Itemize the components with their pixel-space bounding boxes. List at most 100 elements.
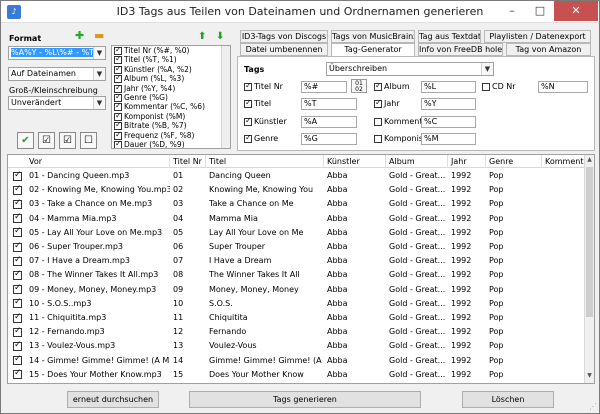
titel-checkbox[interactable]: [244, 98, 252, 108]
kommentar-checkbox[interactable]: [374, 117, 382, 126]
generate-tags-button[interactable]: Tags generieren: [189, 391, 421, 408]
table-row[interactable]: 10 - S.O.S..mp3 10 S.O.S. Abba Gold - Great.…: [8, 297, 586, 311]
check-selected-icon[interactable]: ☑: [38, 132, 55, 149]
placeholder-item[interactable]: Album (%L, %3): [112, 73, 230, 84]
row-checkbox[interactable]: [13, 297, 22, 309]
table-row[interactable]: 02 - Knowing Me, Knowing You.mp302 Knowin…: [8, 183, 586, 197]
placeholder-item[interactable]: Titel Nr (%#, %0): [112, 46, 230, 55]
cdnr-checkbox[interactable]: [482, 82, 490, 91]
column-header[interactable]: Genre: [486, 155, 542, 168]
row-checkbox[interactable]: [13, 226, 22, 238]
add-format-icon[interactable]: ✚: [75, 29, 84, 42]
row-checkbox[interactable]: [13, 283, 22, 295]
placeholder-item[interactable]: Titel (%T, %1): [112, 54, 230, 65]
genre-input[interactable]: %G: [301, 133, 357, 145]
placeholder-item[interactable]: Jahr (%Y, %4): [112, 83, 230, 93]
table-row[interactable]: 09 - Money, Money, Money.mp3 09 Money, Mon…: [8, 283, 586, 297]
titelnr-input[interactable]: %#: [301, 81, 347, 93]
row-checkbox[interactable]: [13, 312, 22, 323]
move-down-icon[interactable]: ⬇: [216, 31, 224, 42]
check-all-icon[interactable]: ✔: [17, 132, 34, 149]
row-checkbox[interactable]: [13, 212, 22, 224]
row-checkbox[interactable]: [13, 241, 22, 252]
maximize-button[interactable]: □: [526, 1, 554, 21]
row-checkbox[interactable]: [13, 354, 22, 366]
table-row[interactable]: 03 - Take a Chance on Me.mp3 03 Take a Cha…: [8, 197, 586, 211]
tab-tabs_row2-3[interactable]: Tag von Amazon: [506, 43, 591, 56]
kommentar-input[interactable]: %C: [421, 116, 476, 128]
row-checkbox[interactable]: [13, 340, 22, 351]
kuenstler-input[interactable]: %A: [301, 116, 357, 128]
row-checkbox[interactable]: [13, 326, 22, 337]
tags-mode-select[interactable]: Überschreiben ▼: [326, 62, 494, 76]
table-row[interactable]: 08 - The Winner Takes It All.mp3 08 The Wi…: [8, 268, 586, 282]
komponist-checkbox[interactable]: [374, 134, 382, 143]
column-header[interactable]: Album: [386, 155, 448, 168]
delete-button[interactable]: Löschen: [462, 391, 554, 408]
row-checkbox[interactable]: [13, 170, 22, 181]
minimize-button[interactable]: –: [498, 1, 526, 21]
placeholder-item[interactable]: Dauer (%D, %9): [112, 139, 230, 148]
table-row[interactable]: 12 - Fernando.mp3 12 Fernando Abba Gold - Gr…: [8, 325, 586, 339]
table-row[interactable]: 05 - Lay All Your Love on Me.mp3 05 Lay Al…: [8, 226, 586, 240]
move-up-icon[interactable]: ⬆: [198, 31, 206, 42]
resize-grip-icon[interactable]: ⋰: [589, 402, 597, 411]
album-input[interactable]: %L: [421, 81, 476, 93]
placeholder-item[interactable]: Künstler (%A, %2): [112, 64, 230, 74]
placeholder-item[interactable]: Frequenz (%F, %8): [112, 130, 230, 140]
row-checkbox[interactable]: [13, 255, 22, 266]
genre-checkbox[interactable]: [244, 133, 252, 143]
row-checkbox[interactable]: [13, 198, 22, 209]
table-row[interactable]: 11 - Chiquitita.mp3 11 Chiquitita Abba Gold …: [8, 311, 586, 325]
table-row[interactable]: 14 - Gimme! Gimme! Gimme! (A M...14 Gimme…: [8, 354, 586, 368]
placeholder-list[interactable]: Titel Nr (%#, %0)Titel (%T, %1)Künstler …: [111, 45, 231, 149]
source-select[interactable]: Auf Dateinamen ▼: [8, 67, 106, 81]
numbering-icon[interactable]: 01 02: [351, 79, 367, 93]
remove-format-icon[interactable]: ▬: [94, 29, 104, 42]
tab-tabs_row1-1[interactable]: Tags von MusicBrainz: [331, 30, 415, 43]
file-table[interactable]: Vor Titel Nr Titel Künstler Album Jahr Genre Ko…: [7, 154, 595, 384]
checkbox-empty-icon[interactable]: ☐: [80, 132, 97, 149]
rescan-button[interactable]: erneut durchsuchen: [67, 391, 159, 408]
scroll-down-icon[interactable]: ▼: [585, 372, 594, 382]
close-button[interactable]: ✕: [554, 1, 598, 21]
case-select[interactable]: Unverändert ▼: [8, 96, 106, 110]
table-row[interactable]: 01 - Dancing Queen.mp3 01 Dancing Queen Abb…: [8, 169, 586, 183]
placeholder-checkbox[interactable]: [114, 139, 122, 148]
column-header[interactable]: Jahr: [448, 155, 486, 168]
cdnr-input[interactable]: %N: [538, 81, 588, 93]
table-row[interactable]: 06 - Super Trouper.mp3 06 Super Trouper Abb…: [8, 240, 586, 254]
placeholder-item[interactable]: Komponist (%M): [112, 111, 230, 121]
format-select[interactable]: %A%Y - %L\%# - %T ▼: [8, 46, 106, 60]
scroll-up-icon[interactable]: ▲: [585, 156, 594, 166]
checkbox-checked-icon[interactable]: ☑: [59, 132, 76, 149]
table-scrollbar[interactable]: ▲ ▼: [584, 155, 594, 383]
tab-tabs_row1-2[interactable]: Tag aus Textdatei: [418, 30, 481, 43]
tab-tabs_row2-2[interactable]: Info von FreeDB holen: [418, 43, 503, 56]
scrollbar-thumb[interactable]: [586, 167, 593, 317]
tab-tabs_row1-3[interactable]: Playlisten / Datenexport: [484, 30, 591, 43]
column-header[interactable]: Titel: [206, 155, 324, 168]
placeholder-item[interactable]: Bitrate (%B, %7): [112, 120, 230, 131]
komponist-input[interactable]: %M: [421, 133, 476, 145]
jahr-input[interactable]: %Y: [421, 98, 476, 110]
table-row[interactable]: 07 - I Have a Dream.mp3 07 I Have a Dream A…: [8, 254, 586, 268]
placeholder-item[interactable]: Kommentar (%C, %6): [112, 101, 230, 112]
row-checkbox[interactable]: [13, 184, 22, 195]
column-header[interactable]: Titel Nr: [170, 155, 206, 168]
table-row[interactable]: 04 - Mamma Mia.mp3 04 Mamma Mia Abba Gold - …: [8, 212, 586, 226]
titelnr-checkbox[interactable]: [244, 81, 252, 91]
row-checkbox[interactable]: [13, 368, 22, 380]
column-header[interactable]: Künstler: [324, 155, 386, 168]
album-checkbox[interactable]: [374, 81, 382, 91]
tab-tabs_row2-0[interactable]: Datei umbenennen: [240, 43, 328, 56]
tab-tabs_row2-1[interactable]: Tag-Generator: [331, 43, 415, 57]
column-header[interactable]: Vor: [26, 155, 170, 168]
row-checkbox[interactable]: [13, 269, 22, 280]
jahr-checkbox[interactable]: [374, 98, 382, 108]
titel-input[interactable]: %T: [301, 98, 357, 110]
placeholder-list-scrollbar[interactable]: [221, 46, 230, 148]
tab-tabs_row1-0[interactable]: ID3-Tags von Discogs: [240, 30, 328, 43]
table-row[interactable]: 13 - Voulez-Vous.mp3 13 Voulez-Vous Abba Gol…: [8, 339, 586, 353]
placeholder-item[interactable]: Genre (%G): [112, 92, 230, 102]
